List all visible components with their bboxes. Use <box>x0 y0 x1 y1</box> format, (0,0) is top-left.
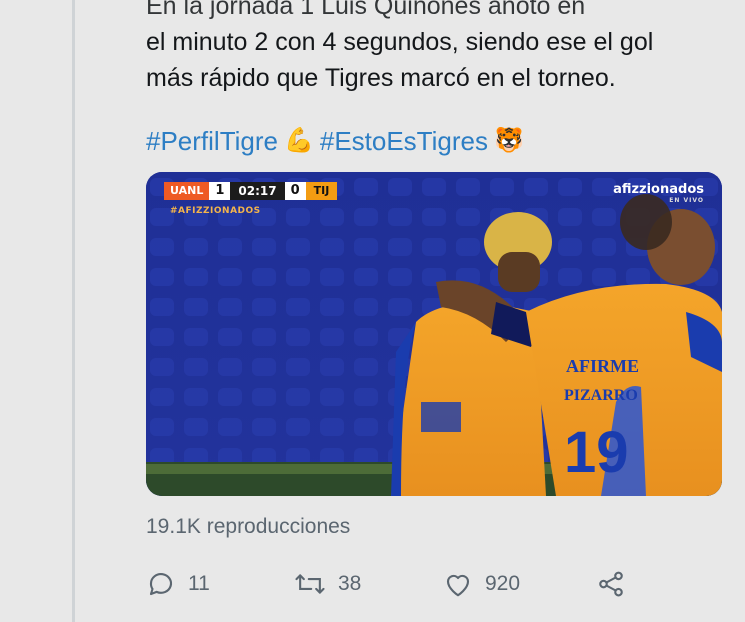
jersey-sponsor-text: AFIRME <box>566 356 639 376</box>
heart-icon <box>446 574 470 597</box>
tweet-text-line: más rápido que Tigres marcó en el torneo… <box>146 64 616 92</box>
scorebug: UANL 1 02:17 0 TIJ <box>164 182 338 200</box>
retweet-count: 38 <box>338 572 362 595</box>
like-button[interactable]: 920 <box>443 566 520 602</box>
brand-sub: EN VIVO <box>669 197 704 204</box>
reply-icon <box>149 573 173 596</box>
brand-watermark: afizzionados EN VIVO <box>613 182 704 204</box>
video-frame: AFIRME PIZARRO 19 <box>146 172 722 496</box>
retweet-button[interactable]: 38 <box>294 566 361 602</box>
hashtag-estoestigres-link[interactable]: #EstoEsTigres <box>320 123 488 159</box>
scorebug-home-score: 1 <box>209 182 231 200</box>
flexed-arm-emoji: 💪 <box>283 127 314 154</box>
like-count: 920 <box>485 572 521 595</box>
video-player[interactable]: AFIRME PIZARRO 19 UANL 1 02:17 0 TIJ #AF… <box>146 172 722 496</box>
retweet-icon <box>295 574 325 594</box>
brand-name: afizzionados <box>613 182 704 197</box>
tweet-text-line: el minuto 2 con 4 segundos, siendo ese e… <box>146 28 654 56</box>
thread-line <box>72 0 75 622</box>
scorebug-clock: 02:17 <box>230 182 285 200</box>
hashtag-row: #PerfilTigre 💪 #EstoEsTigres 🐯 <box>146 123 524 159</box>
hashtag-perfiltigre-link[interactable]: #PerfilTigre <box>146 123 278 159</box>
reply-button[interactable]: 11 <box>146 566 210 602</box>
video-hashtag-overlay: #AFIZZIONADOS <box>170 206 261 216</box>
scorebug-away-team: TIJ <box>305 182 338 200</box>
view-count: 19.1K reproducciones <box>146 515 351 538</box>
jersey-number-text: 19 <box>564 420 629 485</box>
tiger-emoji: 🐯 <box>493 127 524 154</box>
share-icon <box>599 571 623 597</box>
tweet-actions: 11 38 920 <box>146 566 646 602</box>
tweet-text-line: En la jornada 1 Luis Quiñones anotó en <box>146 0 586 20</box>
scorebug-away-score: 0 <box>284 182 306 200</box>
reply-count: 11 <box>188 572 210 595</box>
scorebug-home-team: UANL <box>164 182 210 200</box>
share-button[interactable] <box>596 566 626 602</box>
tweet-text: En la jornada 1 Luis Quiñones anotó en e… <box>146 0 736 96</box>
jersey-name-text: PIZARRO <box>564 387 638 404</box>
